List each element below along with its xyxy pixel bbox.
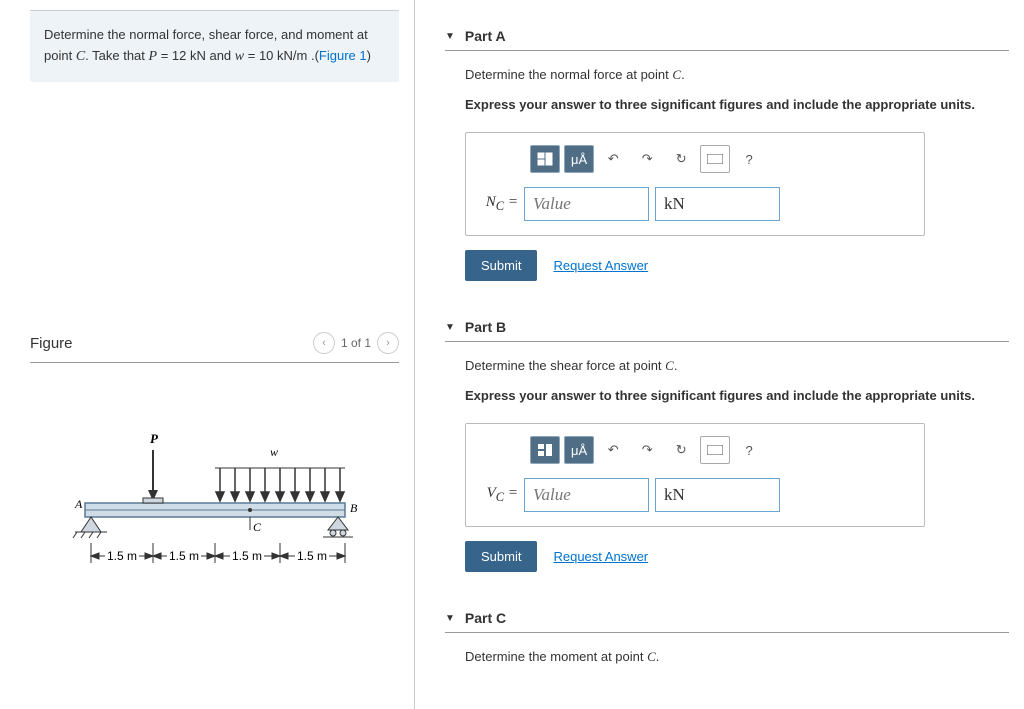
part-b-title: Part B <box>465 319 506 335</box>
svg-text:w: w <box>270 445 278 459</box>
templates-button[interactable] <box>530 436 560 464</box>
figure-prev-button[interactable]: ‹ <box>313 332 335 354</box>
part-b-submit-button[interactable]: Submit <box>465 541 537 572</box>
part-a-answer-box: μÅ ↶ ↷ ↻ ? NC = <box>465 132 925 236</box>
part-a-value-input[interactable] <box>524 187 649 221</box>
part-a-request-answer-link[interactable]: Request Answer <box>553 258 648 273</box>
part-b-instructions: Express your answer to three significant… <box>465 386 1009 406</box>
undo-button[interactable]: ↶ <box>598 436 628 464</box>
part-b-request-answer-link[interactable]: Request Answer <box>553 549 648 564</box>
svg-text:1.5 m: 1.5 m <box>107 549 137 563</box>
keyboard-button[interactable] <box>700 436 730 464</box>
point-c: C <box>76 49 85 64</box>
problem-statement: Determine the normal force, shear force,… <box>30 11 399 82</box>
reset-button[interactable]: ↻ <box>666 145 696 173</box>
units-button[interactable]: μÅ <box>564 436 594 464</box>
part-c-prompt: Determine the moment at point C. <box>465 647 1009 667</box>
part-b-answer-box: μÅ ↶ ↷ ↻ ? VC = <box>465 423 925 527</box>
svg-text:1.5 m: 1.5 m <box>232 549 262 563</box>
svg-text:C: C <box>253 520 262 534</box>
figure-pager-text: 1 of 1 <box>341 336 371 350</box>
figure-diagram: A B P w <box>30 408 399 588</box>
undo-button[interactable]: ↶ <box>598 145 628 173</box>
keyboard-button[interactable] <box>700 145 730 173</box>
figure-title: Figure <box>30 335 73 352</box>
help-button[interactable]: ? <box>734 436 764 464</box>
caret-down-icon: ▼ <box>445 613 455 624</box>
part-b-unit-input[interactable] <box>655 478 780 512</box>
part-a-instructions: Express your answer to three significant… <box>465 95 1009 115</box>
part-a-unit-input[interactable] <box>655 187 780 221</box>
part-a-prompt: Determine the normal force at point C. <box>465 65 1009 85</box>
part-a-title: Part A <box>465 28 506 44</box>
part-b-var-label: VC = <box>480 485 518 505</box>
figure-next-button[interactable]: › <box>377 332 399 354</box>
figure-pager: ‹ 1 of 1 › <box>313 332 399 354</box>
redo-button[interactable]: ↷ <box>632 436 662 464</box>
templates-button[interactable] <box>530 145 560 173</box>
svg-text:B: B <box>350 501 358 515</box>
figure-link[interactable]: Figure 1 <box>319 48 367 63</box>
part-c-header[interactable]: ▼ Part C <box>445 602 1009 633</box>
part-a-submit-button[interactable]: Submit <box>465 250 537 281</box>
caret-down-icon: ▼ <box>445 31 455 42</box>
part-a-var-label: NC = <box>480 194 518 214</box>
svg-text:1.5 m: 1.5 m <box>297 549 327 563</box>
part-b-header[interactable]: ▼ Part B <box>445 311 1009 342</box>
part-b-prompt: Determine the shear force at point C. <box>465 356 1009 376</box>
svg-text:A: A <box>74 497 83 511</box>
redo-button[interactable]: ↷ <box>632 145 662 173</box>
reset-button[interactable]: ↻ <box>666 436 696 464</box>
part-b-value-input[interactable] <box>524 478 649 512</box>
part-a-header[interactable]: ▼ Part A <box>445 20 1009 51</box>
svg-text:1.5 m: 1.5 m <box>169 549 199 563</box>
caret-down-icon: ▼ <box>445 322 455 333</box>
part-c-title: Part C <box>465 610 506 626</box>
svg-text:P: P <box>150 431 159 446</box>
units-button[interactable]: μÅ <box>564 145 594 173</box>
help-button[interactable]: ? <box>734 145 764 173</box>
